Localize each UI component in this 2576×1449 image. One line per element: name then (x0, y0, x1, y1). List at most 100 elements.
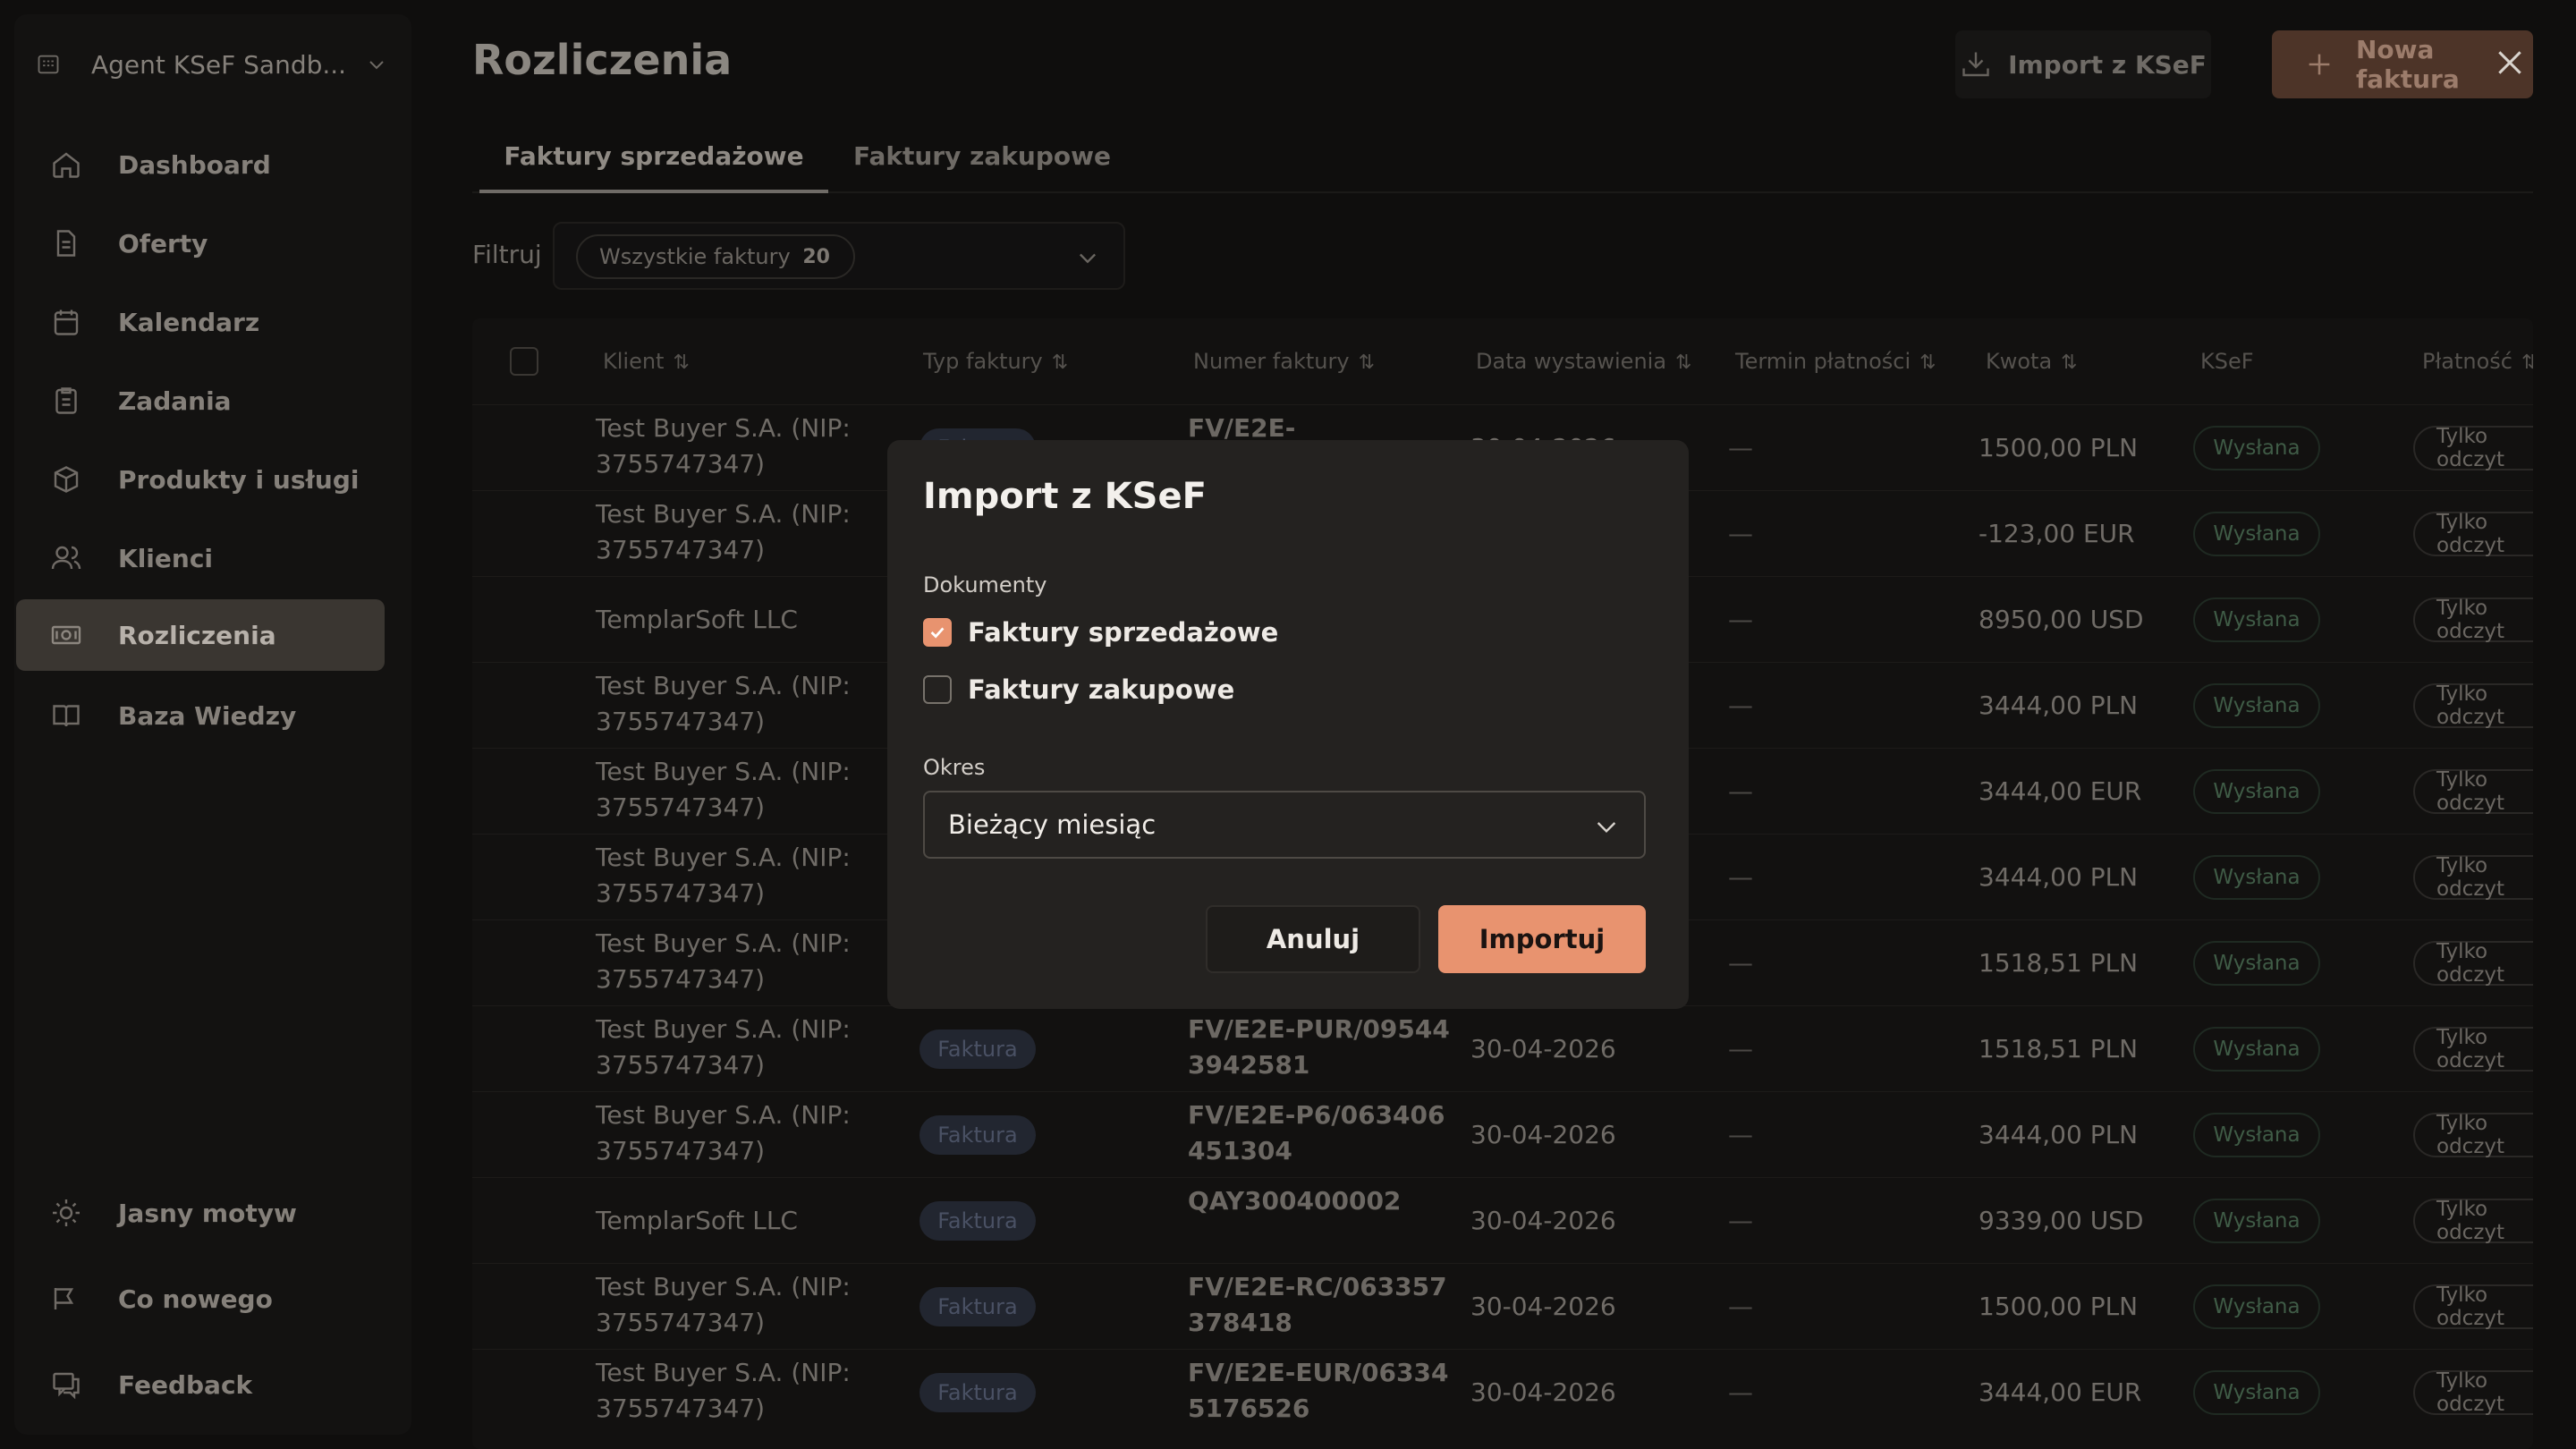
table-row[interactable]: Test Buyer S.A. (NIP: 3755747347) Faktura… (472, 1005, 2533, 1091)
theme-toggle[interactable]: Jasny motyw (16, 1177, 385, 1249)
due-date: — (1728, 433, 1753, 462)
ksef-status-badge: Wysłana (2193, 1370, 2320, 1415)
column-header-number[interactable]: Numer faktury ⇅ (1193, 349, 1375, 374)
payment-status-badge[interactable]: Tylko odczyt (2413, 1369, 2533, 1416)
amount: 1500,00 PLN (1979, 433, 2139, 462)
due-date: — (1728, 519, 1753, 548)
plus-icon (2309, 54, 2330, 75)
select-all-checkbox[interactable] (510, 347, 538, 376)
import-button[interactable]: Importuj (1438, 905, 1646, 973)
column-header-payment[interactable]: Płatność ⇅ (2422, 349, 2533, 374)
sort-icon: ⇅ (1051, 352, 1069, 374)
feedback-label: Feedback (118, 1369, 253, 1400)
table-row[interactable]: Test Buyer S.A. (NIP: 3755747347) Faktura… (472, 1091, 2533, 1177)
close-icon[interactable] (2492, 45, 2528, 80)
ksef-status-badge: Wysłana (2193, 1113, 2320, 1157)
amount: 3444,00 PLN (1979, 1120, 2139, 1149)
option-sales-invoices[interactable]: Faktury sprzedażowe (923, 617, 1278, 648)
invoice-number: FV/E2E-P6/063406451304 (1188, 1100, 1445, 1165)
table-row[interactable]: Test Buyer S.A. (NIP: 3755747347) Faktura… (472, 1349, 2533, 1435)
filter-select[interactable]: Wszystkie faktury 20 (553, 222, 1125, 290)
issue-date: 30-04-2026 (1470, 1377, 1616, 1407)
option-purchase-invoices[interactable]: Faktury zakupowe (923, 674, 1234, 705)
sidebar-item-baza-wiedzy[interactable]: Baza Wiedzy (16, 680, 385, 751)
payment-status-badge[interactable]: Tylko odczyt (2413, 1284, 2533, 1330)
invoice-number: QAY300400002 (1188, 1186, 1402, 1216)
payment-status-badge[interactable]: Tylko odczyt (2413, 1112, 2533, 1158)
ksef-status-badge: Wysłana (2193, 512, 2320, 556)
invoice-tabs: Faktury sprzedażowe Faktury zakupowe (472, 134, 2533, 193)
feedback-link[interactable]: Feedback (16, 1349, 385, 1420)
amount: 3444,00 EUR (1979, 1377, 2142, 1407)
column-header-type[interactable]: Typ faktury ⇅ (923, 349, 1068, 374)
sidebar-item-rozliczenia[interactable]: Rozliczenia (16, 599, 385, 671)
import-ksef-button[interactable]: Import z KSeF (1955, 30, 2211, 98)
option-label: Faktury sprzedażowe (968, 617, 1279, 648)
column-header-client[interactable]: Klient ⇅ (603, 349, 690, 374)
cancel-button[interactable]: Anuluj (1206, 905, 1420, 973)
payment-status-badge[interactable]: Tylko odczyt (2413, 511, 2533, 557)
documents-label: Dokumenty (923, 572, 1047, 597)
amount: 3444,00 EUR (1979, 776, 2142, 806)
client-name: Test Buyer S.A. (NIP: 3755747347) (596, 671, 851, 736)
money-icon (51, 625, 81, 645)
invoice-type-badge: Faktura (919, 1373, 1036, 1412)
column-header-amount[interactable]: Kwota ⇅ (1986, 349, 2078, 374)
payment-status-badge[interactable]: Tylko odczyt (2413, 1026, 2533, 1072)
payment-status-badge[interactable]: Tylko odczyt (2413, 1198, 2533, 1244)
filter-chip[interactable]: Wszystkie faktury 20 (576, 234, 855, 279)
sidebar-item-oferty[interactable]: Oferty (16, 208, 385, 279)
payment-status-badge[interactable]: Tylko odczyt (2413, 768, 2533, 815)
issue-date: 30-04-2026 (1470, 1120, 1616, 1149)
payment-status-badge[interactable]: Tylko odczyt (2413, 854, 2533, 901)
import-ksef-modal: Import z KSeF Dokumenty Faktury sprzedaż… (887, 440, 1689, 1009)
filter-chip-label: Wszystkie faktury (599, 244, 791, 269)
payment-status-badge[interactable]: Tylko odczyt (2413, 425, 2533, 471)
sidebar-item-label: Kalendarz (118, 307, 260, 337)
ksef-status-badge: Wysłana (2193, 1199, 2320, 1243)
period-select[interactable]: Bieżący miesiąc (923, 791, 1646, 859)
amount: 8950,00 USD (1979, 605, 2144, 634)
box-icon (54, 466, 79, 493)
ksef-status-badge: Wysłana (2193, 941, 2320, 986)
sales-invoices-checkbox[interactable] (923, 618, 952, 647)
workspace-switcher[interactable]: Agent KSeF Sandb... (36, 39, 387, 89)
sidebar-item-kalendarz[interactable]: Kalendarz (16, 286, 385, 358)
column-header-due[interactable]: Termin płatności ⇅ (1735, 349, 1936, 374)
table-row[interactable]: TemplarSoft LLC Faktura QAY300400002 30-04-… (472, 1177, 2533, 1263)
ksef-status-badge: Wysłana (2193, 1027, 2320, 1072)
sort-icon: ⇅ (1919, 352, 1936, 374)
sidebar-item-label: Produkty i usługi (118, 464, 360, 495)
sidebar-item-klienci[interactable]: Klienci (16, 522, 385, 594)
table-row[interactable]: Test Buyer S.A. (NIP: 3755747347) Faktura… (472, 1263, 2533, 1349)
table-header: Klient ⇅ Typ faktury ⇅ Numer faktury ⇅ Data… (472, 318, 2533, 408)
payment-status-badge[interactable]: Tylko odczyt (2413, 682, 2533, 729)
tab-sales-invoices[interactable]: Faktury sprzedażowe (479, 134, 828, 193)
feedback-icon (53, 1372, 80, 1400)
payment-status-badge[interactable]: Tylko odczyt (2413, 940, 2533, 987)
purchase-invoices-checkbox[interactable] (923, 675, 952, 704)
column-header-date[interactable]: Data wystawienia ⇅ (1476, 349, 1691, 374)
users-icon (51, 546, 81, 570)
tab-purchase-invoices[interactable]: Faktury zakupowe (839, 134, 1125, 193)
issue-date: 30-04-2026 (1470, 1292, 1616, 1321)
chevron-down-icon (1080, 253, 1096, 264)
calendar-icon (54, 309, 79, 335)
payment-status-badge[interactable]: Tylko odczyt (2413, 597, 2533, 643)
megaphone-icon (54, 1288, 74, 1309)
due-date: — (1728, 691, 1753, 720)
sidebar-item-label: Dashboard (118, 149, 271, 180)
ksef-status-badge: Wysłana (2193, 855, 2320, 900)
invoice-type-badge: Faktura (919, 1030, 1036, 1069)
whats-new-label: Co nowego (118, 1284, 273, 1314)
client-name: TemplarSoft LLC (596, 1206, 798, 1235)
sidebar-item-produkty[interactable]: Produkty i usługi (16, 444, 385, 515)
invoice-type-badge: Faktura (919, 1115, 1036, 1155)
workspace-name: Agent KSeF Sandb... (91, 49, 347, 80)
client-name: Test Buyer S.A. (NIP: 3755747347) (596, 499, 851, 564)
due-date: — (1728, 605, 1753, 634)
sidebar-item-dashboard[interactable]: Dashboard (16, 129, 385, 200)
sidebar-item-zadania[interactable]: Zadania (16, 365, 385, 436)
client-name: Test Buyer S.A. (NIP: 3755747347) (596, 843, 851, 908)
whats-new-link[interactable]: Co nowego (16, 1263, 385, 1335)
